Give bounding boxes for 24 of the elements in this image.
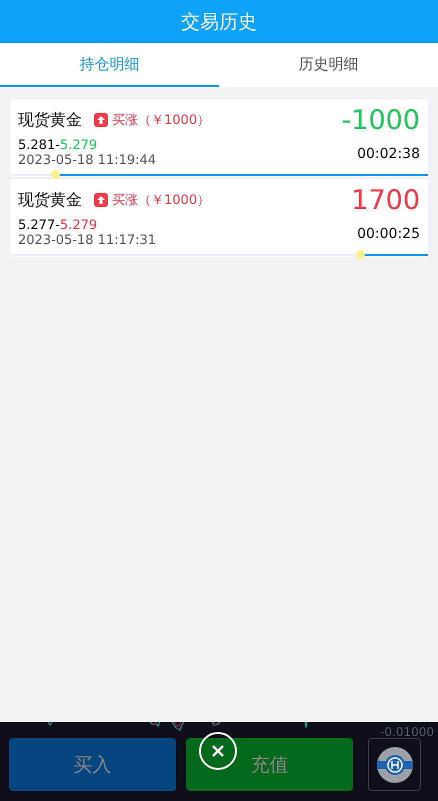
trade-direction: 买涨（￥1000） — [112, 192, 210, 209]
progress-knob — [356, 250, 366, 259]
buy-button[interactable]: 买入 — [9, 738, 176, 791]
countdown: 00:00:25 — [357, 226, 420, 242]
trade-direction: 买涨（￥1000） — [112, 112, 210, 129]
progress-knob — [50, 170, 60, 179]
recharge-button[interactable]: 充值 — [186, 738, 353, 791]
profit-loss: -1000 — [342, 105, 420, 137]
logo-icon — [376, 746, 414, 784]
app-logo-button[interactable] — [368, 738, 421, 791]
profit-loss: 1700 — [351, 185, 420, 217]
order-time: 2023-05-18 11:19:44 — [18, 153, 158, 168]
price-range: 5.277-5.279 — [18, 218, 98, 233]
order-time: 2023-05-18 11:17:31 — [18, 233, 158, 248]
page-title: 交易历史 — [181, 10, 257, 34]
price-range: 5.281-5.279 — [18, 138, 98, 153]
close-button[interactable] — [199, 732, 237, 770]
up-arrow-icon — [94, 113, 108, 127]
up-arrow-icon — [94, 193, 108, 207]
product-name: 现货黄金 — [18, 110, 82, 130]
axis-value: -0.01000 — [380, 725, 434, 739]
close-icon — [210, 743, 226, 759]
product-name: 现货黄金 — [18, 190, 82, 210]
countdown: 00:02:38 — [357, 146, 420, 162]
